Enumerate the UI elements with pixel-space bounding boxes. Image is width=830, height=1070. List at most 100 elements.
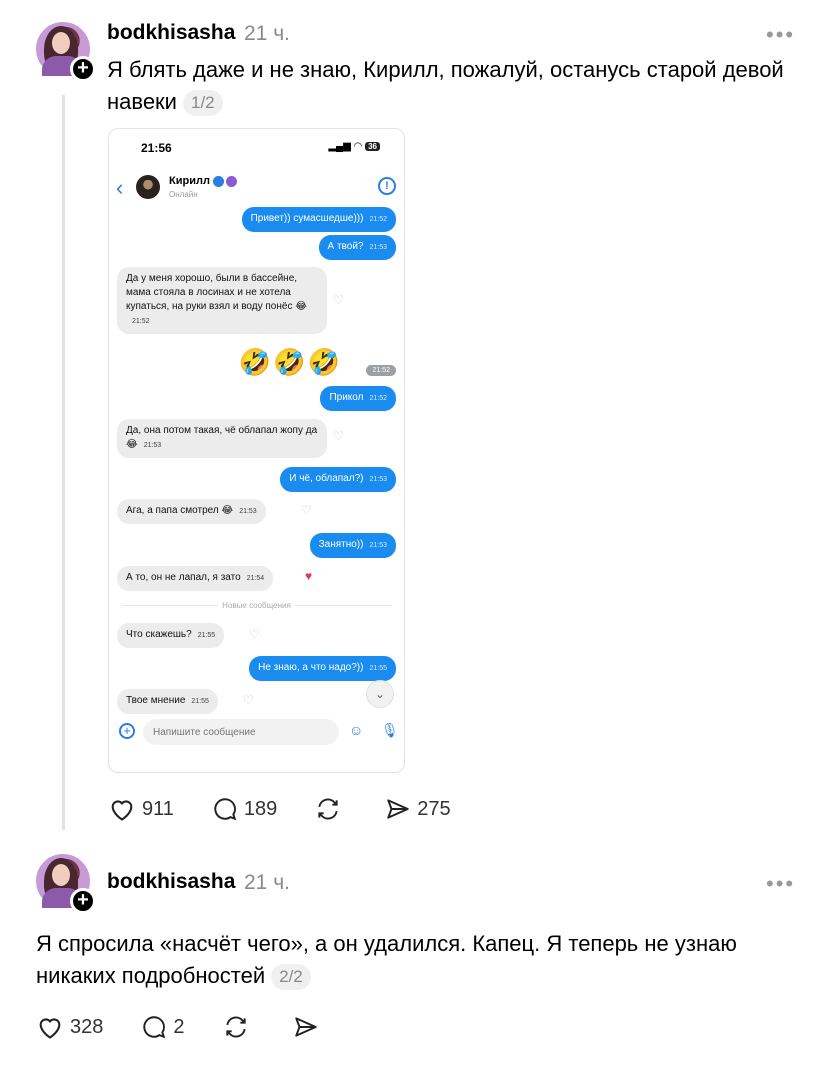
share-button[interactable] bbox=[293, 1014, 325, 1040]
divider-label: Новые сообщения bbox=[222, 601, 291, 610]
message-time: 21:52 bbox=[132, 318, 150, 325]
verified-icon bbox=[212, 175, 224, 187]
like-count: 328 bbox=[70, 1015, 104, 1038]
chat-message: Привет)) сумасшедше))) 21:52 bbox=[241, 207, 396, 232]
new-messages-divider: Новые сообщения bbox=[109, 601, 404, 610]
share-button[interactable]: 275 bbox=[385, 796, 451, 822]
message-time: 21:52 bbox=[369, 395, 387, 402]
battery-level: 36 bbox=[365, 142, 380, 151]
like-count: 911 bbox=[142, 797, 174, 820]
chat-message: Твое мнение 21:55 bbox=[117, 689, 218, 714]
post-time: 21 ч. bbox=[244, 22, 290, 45]
like-heart-icon[interactable]: ♡ bbox=[243, 693, 254, 707]
message-time: 21:55 bbox=[369, 665, 387, 672]
like-heart-icon[interactable]: ♡ bbox=[333, 429, 344, 443]
message-text: А то, он не лапал, я зато bbox=[126, 572, 241, 583]
post-time: 21 ч. bbox=[244, 871, 290, 894]
like-heart-icon[interactable]: ♡ bbox=[301, 503, 312, 517]
post-actions: 328 2 bbox=[36, 1014, 363, 1040]
like-button[interactable]: 328 bbox=[36, 1014, 103, 1040]
contact-avatar bbox=[136, 175, 160, 199]
chat-message: Прикол 21:52 bbox=[320, 386, 396, 411]
thread-line bbox=[62, 95, 65, 830]
chat-message: Не знаю, а что надо?)) 21:55 bbox=[249, 656, 396, 681]
message-time: 21:53 bbox=[369, 476, 387, 483]
reply-button[interactable]: 2 bbox=[141, 1014, 185, 1040]
comment-icon bbox=[214, 798, 237, 821]
message-text: Привет)) сумасшедше))) bbox=[250, 213, 364, 224]
phone-clock: 21:56 bbox=[141, 141, 172, 155]
chat-header: ‹ Кирилл Онлайн ! bbox=[109, 173, 404, 209]
message-text: Твое мнение bbox=[126, 695, 186, 706]
emoji-message: 🤣🤣🤣 bbox=[238, 347, 342, 377]
message-composer: + ☺ 🎙 bbox=[109, 717, 404, 747]
liked-heart-icon[interactable]: ♥ bbox=[305, 569, 312, 583]
send-icon bbox=[294, 1017, 317, 1037]
microphone-icon[interactable]: 🎙 bbox=[381, 722, 399, 739]
reply-button[interactable]: 189 bbox=[212, 796, 277, 822]
chat-message: Да у меня хорошо, были в бассейне, мама … bbox=[117, 267, 327, 334]
message-text: Занятно)) bbox=[318, 539, 364, 550]
attach-plus-icon[interactable]: + bbox=[119, 723, 135, 739]
comment-icon bbox=[143, 1016, 166, 1039]
message-text: И чё, облапал?) bbox=[289, 473, 364, 484]
like-button[interactable]: 911 bbox=[108, 796, 174, 822]
chat-message: Ага, а папа смотрел 😂 21:53 bbox=[117, 499, 266, 524]
message-time: 21:55 bbox=[197, 632, 216, 639]
info-icon[interactable]: ! bbox=[378, 177, 396, 195]
thread-counter: 2/2 bbox=[271, 964, 311, 991]
chat-message: И чё, облапал?) 21:53 bbox=[280, 467, 396, 492]
thread-counter: 1/2 bbox=[182, 90, 223, 117]
message-time: 21:52 bbox=[366, 365, 396, 376]
repost-button[interactable] bbox=[315, 796, 347, 822]
message-time: 21:52 bbox=[369, 216, 387, 223]
stickers-icon[interactable]: ☺ bbox=[349, 722, 363, 738]
chat-message: Да, она потом такая, чё облапал жопу да … bbox=[117, 419, 327, 458]
repost-icon bbox=[318, 798, 338, 820]
message-text: Что скажешь? bbox=[126, 629, 192, 640]
post-actions: 911 189 275 bbox=[108, 796, 489, 822]
follow-plus-icon[interactable]: + bbox=[70, 56, 96, 82]
share-count: 275 bbox=[417, 797, 451, 820]
attached-image[interactable]: 21:56 ▂▄▆ ◠ 36 ‹ Кирилл Онлайн ! Привет)… bbox=[108, 128, 405, 773]
heart-icon bbox=[111, 800, 133, 821]
message-text: Ага, а папа смотрел 😂 bbox=[126, 505, 234, 516]
more-options-icon[interactable]: ••• bbox=[766, 22, 795, 48]
message-text: А твой? bbox=[327, 241, 364, 252]
message-time: 21:55 bbox=[191, 698, 209, 705]
message-input[interactable] bbox=[143, 719, 339, 745]
message-text: Прикол bbox=[329, 392, 364, 403]
badge-icon bbox=[225, 175, 237, 187]
follow-plus-icon[interactable]: + bbox=[70, 888, 96, 914]
avatar[interactable]: + bbox=[36, 22, 96, 82]
more-options-icon[interactable]: ••• bbox=[766, 871, 795, 897]
reply-count: 189 bbox=[243, 797, 278, 820]
repost-icon bbox=[225, 1016, 246, 1038]
contact-name-text: Кирилл bbox=[169, 175, 210, 187]
send-icon bbox=[387, 799, 409, 819]
message-time: 21:53 bbox=[239, 508, 257, 515]
post-text: Я спросила «насчёт чего», а он удалился.… bbox=[36, 928, 796, 992]
scroll-down-chevron-icon[interactable]: ⌄ bbox=[366, 680, 394, 708]
post-text: Я блять даже и не знаю, Кирилл, пожалуй,… bbox=[107, 54, 807, 118]
post-username[interactable]: bodkhisasha bbox=[107, 870, 235, 894]
message-time: 21:54 bbox=[246, 575, 265, 582]
message-text: Да у меня хорошо, были в бассейне, мама … bbox=[126, 273, 307, 312]
heart-icon bbox=[39, 1018, 61, 1039]
contact-status: Онлайн bbox=[169, 190, 198, 199]
repost-button[interactable] bbox=[223, 1014, 255, 1040]
message-text: Не знаю, а что надо?)) bbox=[258, 662, 364, 673]
back-chevron-icon[interactable]: ‹ bbox=[116, 175, 123, 201]
message-time: 21:53 bbox=[143, 442, 162, 449]
contact-name: Кирилл bbox=[169, 175, 237, 187]
post-username[interactable]: bodkhisasha bbox=[107, 21, 235, 45]
message-time: 21:53 bbox=[369, 542, 387, 549]
chat-message: Занятно)) 21:53 bbox=[309, 533, 396, 558]
signal-wifi-battery-icon: ▂▄▆ ◠ 36 bbox=[328, 141, 380, 152]
like-heart-icon[interactable]: ♡ bbox=[249, 627, 260, 641]
chat-message: А то, он не лапал, я зато 21:54 bbox=[117, 566, 274, 591]
chat-message: А твой? 21:53 bbox=[318, 235, 396, 260]
avatar[interactable]: + bbox=[36, 854, 96, 914]
post-text-body: Я спросила «насчёт чего», а он удалился.… bbox=[36, 931, 737, 988]
like-heart-icon[interactable]: ♡ bbox=[333, 293, 344, 307]
